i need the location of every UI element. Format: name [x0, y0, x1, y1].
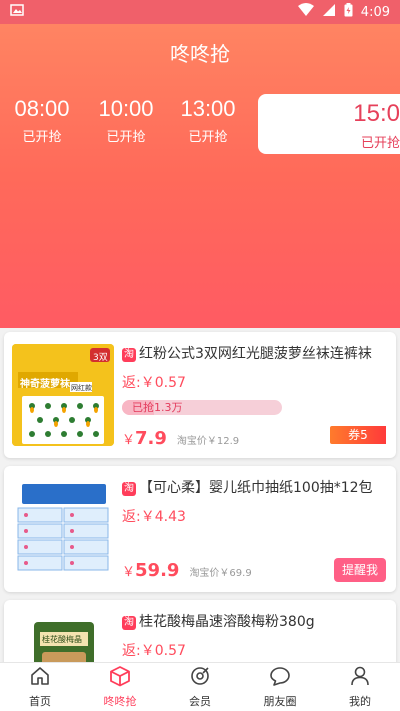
- tab-moments[interactable]: 朋友圈: [240, 663, 320, 711]
- tab-flash-sale[interactable]: 咚咚抢: [80, 663, 160, 711]
- slot-time: 08:00: [14, 96, 70, 121]
- thumb-title: 神奇菠萝袜: [20, 379, 70, 390]
- rebate-amount: 返:￥0.57: [122, 375, 186, 391]
- tab-label: 首页: [29, 695, 51, 708]
- product-title[interactable]: 淘【可心柔】婴儿纸巾抽纸100抽*12包: [122, 478, 386, 498]
- product-card[interactable]: 淘【可心柔】婴儿纸巾抽纸100抽*12包 返:￥4.43 ￥59.9 淘宝价￥6…: [4, 466, 396, 592]
- tab-label: 咚咚抢: [103, 695, 137, 708]
- tab-label: 会员: [189, 695, 211, 708]
- product-title[interactable]: 淘红粉公式3双网红光腿菠萝丝袜连裤袜: [122, 344, 386, 364]
- product-name: 桂花酸梅晶速溶酸梅粉380g: [139, 614, 315, 630]
- vip-icon: [189, 665, 211, 690]
- taobao-badge: 淘: [122, 616, 136, 630]
- sold-progress-bar: 已抢1.3万: [122, 400, 282, 415]
- product-image[interactable]: [12, 478, 114, 580]
- signal-icon: [322, 3, 336, 21]
- tab-mine[interactable]: 我的: [320, 663, 400, 711]
- tab-home[interactable]: 首页: [0, 663, 80, 711]
- taobao-price: 淘宝价￥69.9: [189, 568, 252, 579]
- flash-sale-header: 咚咚抢 08:00 已开抢 10:00 已开抢 13:00 已开抢 15:0 已…: [0, 24, 400, 328]
- wifi-icon: [297, 3, 314, 21]
- rebate-amount: 返:￥4.43: [122, 509, 186, 525]
- product-image[interactable]: 神奇菠萝袜 3双 网红款: [12, 344, 114, 446]
- tab-label: 朋友圈: [263, 695, 297, 708]
- status-bar: 4:09: [0, 0, 400, 24]
- product-card[interactable]: 桂花酸梅晶 淘桂花酸梅晶速溶酸梅粉380g 返:￥0.57: [4, 600, 396, 662]
- box-icon: [109, 665, 131, 690]
- product-card[interactable]: 神奇菠萝袜 3双 网红款 淘红粉公式3双网红光腿菠萝丝袜连裤袜 返:￥0.57 …: [4, 332, 396, 458]
- product-name: 红粉公式3双网红光腿菠萝丝袜连裤袜: [139, 346, 372, 362]
- remind-me-button[interactable]: 提醒我: [334, 558, 386, 582]
- bottom-tab-bar: 首页 咚咚抢 会员 朋友圈 我的: [0, 662, 400, 711]
- product-info: 淘红粉公式3双网红光腿菠萝丝袜连裤袜 返:￥0.57 已抢1.3万: [122, 344, 386, 415]
- coupon-badge[interactable]: 券5: [330, 426, 386, 444]
- slot-time: 13:00: [180, 96, 236, 121]
- battery-icon: [344, 3, 353, 21]
- sold-progress-label: 已抢1.3万: [132, 401, 183, 414]
- thumb-pack: 网红款: [71, 384, 92, 392]
- chat-icon: [269, 665, 291, 690]
- tab-vip[interactable]: 会员: [160, 663, 240, 711]
- product-list[interactable]: 神奇菠萝袜 3双 网红款 淘红粉公式3双网红光腿菠萝丝袜连裤袜 返:￥0.57 …: [0, 328, 400, 662]
- time-slot-1500-active[interactable]: 15:0 已开抢: [258, 94, 400, 154]
- slot-status: 已开抢: [22, 130, 62, 145]
- page-title: 咚咚抢: [170, 42, 230, 66]
- home-icon: [29, 665, 51, 690]
- product-title[interactable]: 淘桂花酸梅晶速溶酸梅粉380g: [122, 612, 386, 632]
- taobao-price: 淘宝价￥12.9: [176, 436, 240, 447]
- time-slot-1000[interactable]: 10:00 已开抢: [86, 96, 166, 145]
- image-notification-icon: [10, 3, 24, 21]
- sale-price: ￥59.9: [122, 560, 180, 581]
- product-info: 淘【可心柔】婴儿纸巾抽纸100抽*12包 返:￥4.43: [122, 478, 386, 526]
- slot-status: 已开抢: [188, 130, 228, 145]
- slot-time: 15:0: [353, 100, 400, 127]
- thumb-tag: 3双: [93, 353, 108, 363]
- slot-status: 已开抢: [106, 130, 146, 145]
- thumb-title: 桂花酸梅晶: [42, 635, 82, 644]
- status-time: 4:09: [360, 4, 390, 20]
- user-icon: [349, 665, 371, 690]
- product-name: 【可心柔】婴儿纸巾抽纸100抽*12包: [139, 480, 373, 496]
- taobao-badge: 淘: [122, 482, 136, 496]
- time-slot-1300[interactable]: 13:00 已开抢: [168, 96, 248, 145]
- time-slot-0800[interactable]: 08:00 已开抢: [2, 96, 82, 145]
- product-image[interactable]: 桂花酸梅晶: [12, 612, 114, 662]
- sale-price: ￥7.9: [122, 428, 167, 449]
- slot-status: 已开抢: [360, 136, 400, 151]
- product-info: 淘桂花酸梅晶速溶酸梅粉380g 返:￥0.57: [122, 612, 386, 660]
- slot-time: 10:00: [98, 96, 154, 121]
- tab-label: 我的: [349, 695, 371, 708]
- rebate-amount: 返:￥0.57: [122, 643, 186, 659]
- taobao-badge: 淘: [122, 348, 136, 362]
- time-slot-bar[interactable]: 08:00 已开抢 10:00 已开抢 13:00 已开抢 15:0 已开抢: [0, 94, 400, 156]
